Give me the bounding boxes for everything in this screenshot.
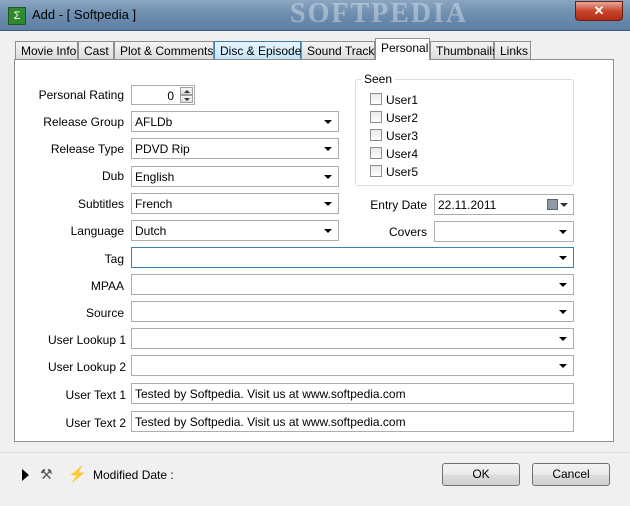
personal-rating-value: 0 — [167, 89, 174, 103]
user-text-2-label: User Text 2 — [65, 416, 126, 430]
user-lookup-2-label: User Lookup 2 — [47, 360, 126, 374]
source-label: Source — [85, 306, 124, 320]
chevron-down-icon — [324, 229, 332, 233]
tab-cast[interactable]: Cast — [78, 41, 114, 59]
release-group-label: Release Group — [43, 115, 124, 129]
chevron-down-icon — [324, 120, 332, 124]
release-group-select[interactable]: AFLDb — [131, 111, 339, 132]
language-label: Language — [70, 224, 124, 238]
tab-disc-episodes[interactable]: Disc & Episodes — [214, 41, 307, 59]
user-text-2-field[interactable]: Tested by Softpedia. Visit us at www.sof… — [131, 411, 574, 432]
close-button[interactable]: ✕ — [575, 1, 623, 21]
calendar-icon[interactable] — [547, 199, 558, 210]
release-type-select[interactable]: PDVD Rip — [131, 138, 339, 159]
tab-thumbnails[interactable]: Thumbnails — [430, 41, 498, 59]
dub-label: Dub — [101, 169, 124, 183]
modified-date-label: Modified Date : — [93, 468, 174, 482]
release-group-value: AFLDb — [135, 115, 173, 129]
user-lookup-1-label: User Lookup 1 — [47, 333, 126, 347]
app-icon: Σ — [8, 7, 26, 25]
tab-personal[interactable]: Personal — [375, 38, 430, 60]
user-text-1-value: Tested by Softpedia. Visit us at www.sof… — [135, 387, 406, 401]
tab-links[interactable]: Links — [494, 41, 531, 59]
title-bar: Σ Add - [ Softpedia ] SOFTPEDIA ✕ — [0, 0, 630, 31]
tools-icon[interactable]: ⚒ — [40, 466, 53, 483]
chevron-down-icon — [324, 147, 332, 151]
user2-label: User2 — [386, 111, 419, 125]
spin-down-button[interactable] — [180, 95, 193, 103]
chevron-down-icon — [559, 256, 567, 260]
chevron-down-icon — [559, 283, 567, 287]
play-icon[interactable] — [22, 469, 29, 481]
spin-up-button[interactable] — [180, 87, 193, 95]
chevron-down-icon — [559, 337, 567, 341]
chevron-down-icon — [559, 230, 567, 234]
user3-checkbox[interactable] — [370, 129, 382, 141]
entry-date-value: 22.11.2011 — [438, 198, 497, 212]
mpaa-label: MPAA — [90, 279, 124, 293]
watermark: SOFTPEDIA — [290, 0, 469, 29]
user1-checkbox[interactable] — [370, 93, 382, 105]
mpaa-select[interactable] — [131, 274, 574, 295]
user1-label: User1 — [386, 93, 419, 107]
entry-date-picker[interactable]: 22.11.2011 — [434, 194, 574, 215]
release-type-value: PDVD Rip — [135, 142, 190, 156]
subtitles-value: French — [135, 197, 173, 211]
dub-value: English — [135, 170, 175, 184]
language-value: Dutch — [135, 224, 167, 238]
subtitles-select[interactable]: French — [131, 193, 339, 214]
personal-rating-spinner[interactable]: 0 — [131, 85, 195, 105]
dub-select[interactable]: English — [131, 166, 339, 187]
user5-label: User5 — [386, 165, 419, 179]
covers-select[interactable] — [434, 221, 574, 242]
cancel-button[interactable]: Cancel — [532, 463, 610, 486]
seen-legend: Seen — [361, 72, 396, 86]
language-select[interactable]: Dutch — [131, 220, 339, 241]
user3-label: User3 — [386, 129, 419, 143]
user4-checkbox[interactable] — [370, 147, 382, 159]
user-lookup-2-select[interactable] — [131, 355, 574, 376]
chevron-down-icon — [559, 364, 567, 368]
chevron-down-icon[interactable] — [560, 203, 568, 207]
chevron-down-icon — [559, 310, 567, 314]
seen-groupbox: Seen User1 User2 User3 User4 User5 — [355, 72, 574, 186]
release-type-label: Release Type — [50, 142, 124, 156]
entry-date-label: Entry Date — [370, 198, 427, 212]
chevron-down-icon — [324, 175, 332, 179]
tab-sound-tracks[interactable]: Sound Tracks — [301, 41, 380, 59]
user-lookup-1-select[interactable] — [131, 328, 574, 349]
user5-checkbox[interactable] — [370, 165, 382, 177]
user-text-1-label: User Text 1 — [65, 388, 126, 402]
covers-label: Covers — [388, 225, 427, 239]
subtitles-label: Subtitles — [77, 197, 124, 211]
tag-select[interactable] — [131, 247, 574, 268]
user-text-1-field[interactable]: Tested by Softpedia. Visit us at www.sof… — [131, 383, 574, 404]
tab-plot-comments[interactable]: Plot & Comments — [114, 41, 214, 59]
user-text-2-value: Tested by Softpedia. Visit us at www.sof… — [135, 415, 406, 429]
ok-button[interactable]: OK — [442, 463, 520, 486]
source-select[interactable] — [131, 301, 574, 322]
tab-movie-info[interactable]: Movie Info — [15, 41, 78, 59]
user2-checkbox[interactable] — [370, 111, 382, 123]
user4-label: User4 — [386, 147, 419, 161]
tag-label: Tag — [104, 252, 124, 266]
lightning-icon[interactable]: ⚡ — [68, 465, 87, 483]
chevron-down-icon — [324, 202, 332, 206]
personal-rating-label: Personal Rating — [38, 88, 124, 102]
window-title: Add - [ Softpedia ] — [32, 7, 137, 22]
